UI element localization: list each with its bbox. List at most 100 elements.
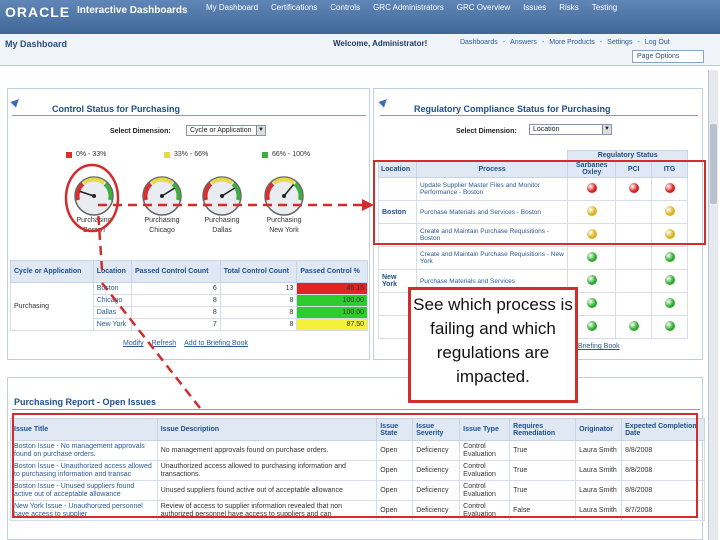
gauge-label-line1: Purchasing bbox=[266, 217, 302, 224]
answers-link[interactable]: Answers bbox=[510, 39, 537, 46]
pci-cell bbox=[615, 315, 653, 339]
select-dimension-label: Select Dimension: bbox=[110, 128, 171, 135]
sub-header: My Dashboard Welcome, Administrator! Das… bbox=[0, 34, 720, 66]
nav-my-dashboard[interactable]: My Dashboard bbox=[206, 3, 258, 12]
title-divider bbox=[12, 409, 700, 410]
dimension-select-value: Cycle or Application bbox=[190, 127, 252, 134]
col-location[interactable]: Location bbox=[92, 260, 133, 283]
gauge-label-line2: Boston bbox=[83, 227, 105, 234]
sox-cell bbox=[567, 246, 617, 270]
location-select-value: Location bbox=[533, 126, 560, 133]
highlight-issues-box bbox=[12, 413, 698, 518]
legend-mid: 33% - 66% bbox=[164, 151, 208, 158]
nav-certifications[interactable]: Certifications bbox=[271, 3, 317, 12]
status-dot-icon bbox=[664, 298, 675, 308]
scrollbar-thumb[interactable] bbox=[710, 124, 717, 204]
top-nav: My Dashboard Certifications Controls GRC… bbox=[206, 3, 617, 12]
pci-cell bbox=[615, 292, 653, 316]
select-dimension-label: Select Dimension: bbox=[456, 128, 517, 135]
more-products-link[interactable]: More Products bbox=[549, 39, 595, 46]
gauge-dial-icon bbox=[202, 176, 242, 216]
gauge-label-line1: Purchasing bbox=[144, 217, 180, 224]
nav-testing[interactable]: Testing bbox=[592, 3, 617, 12]
gauge-label-line2: Chicago bbox=[149, 227, 175, 234]
location-cell[interactable]: New York bbox=[92, 318, 133, 331]
location-select[interactable]: Location ▼ bbox=[529, 124, 612, 135]
regulatory-links: Briefing Book bbox=[578, 343, 620, 350]
highlight-regulatory-box bbox=[373, 160, 706, 245]
col-cycle[interactable]: Cycle or Application bbox=[10, 260, 94, 283]
gauge-label-line2: New York bbox=[269, 227, 299, 234]
add-briefing-book-link[interactable]: Add to Briefing Book bbox=[184, 340, 248, 347]
top-bar: ORACLE Interactive Dashboards My Dashboa… bbox=[0, 0, 720, 34]
control-table: Cycle or Application Location Passed Con… bbox=[10, 260, 368, 331]
total-cell: 8 bbox=[219, 306, 298, 319]
pct-cell: 46.15 bbox=[296, 282, 368, 295]
control-status-title: Control Status for Purchasing bbox=[52, 104, 181, 114]
nav-issues[interactable]: Issues bbox=[523, 3, 546, 12]
dimension-select[interactable]: Cycle or Application ▼ bbox=[186, 125, 266, 136]
status-dot-icon bbox=[586, 275, 597, 285]
chevron-down-icon[interactable]: ▼ bbox=[602, 125, 611, 134]
nav-controls[interactable]: Controls bbox=[330, 3, 360, 12]
legend-swatch-red bbox=[66, 151, 72, 158]
location-cell[interactable]: Dallas bbox=[92, 306, 133, 319]
title-divider bbox=[380, 115, 698, 116]
nav-grc-administrators[interactable]: GRC Administrators bbox=[373, 3, 444, 12]
total-cell: 8 bbox=[219, 294, 298, 307]
welcome-text: Welcome, Administrator! bbox=[333, 39, 428, 48]
header-links: Dashboards - Answers - More Products - Sett… bbox=[460, 39, 670, 46]
gauge-2[interactable]: Purchasing Dallas bbox=[200, 172, 244, 236]
itg-cell bbox=[651, 292, 688, 316]
itg-cell bbox=[651, 269, 688, 293]
issues-title: Purchasing Report - Open Issues bbox=[14, 397, 157, 407]
passed-cell: 8 bbox=[131, 294, 221, 307]
page-title: My Dashboard bbox=[5, 39, 68, 49]
briefing-book-link[interactable]: Briefing Book bbox=[578, 343, 620, 350]
vertical-scrollbar[interactable] bbox=[708, 70, 718, 540]
regulatory-title: Regulatory Compliance Status for Purchas… bbox=[414, 104, 611, 114]
modify-link[interactable]: Modify bbox=[123, 340, 144, 347]
oracle-logo: ORACLE bbox=[5, 4, 71, 20]
gauge-dial-icon bbox=[74, 176, 114, 216]
status-dot-icon bbox=[586, 252, 597, 262]
logout-link[interactable]: Log Out bbox=[645, 39, 670, 46]
location-cell bbox=[378, 246, 417, 270]
gauge-dial-icon bbox=[142, 176, 182, 216]
dashboards-link[interactable]: Dashboards bbox=[460, 39, 498, 46]
nav-risks[interactable]: Risks bbox=[559, 3, 579, 12]
status-dot-icon bbox=[664, 275, 675, 285]
process-cell[interactable]: Create and Maintain Purchase Requisition… bbox=[415, 246, 569, 270]
settings-link[interactable]: Settings bbox=[607, 39, 632, 46]
pct-cell: 100.00 bbox=[296, 306, 368, 319]
refresh-link[interactable]: Refresh bbox=[152, 340, 177, 347]
cycle-cell: Purchasing bbox=[10, 282, 94, 331]
control-table-links: Modify Refresh Add to Briefing Book bbox=[123, 340, 248, 347]
pct-cell: 87.50 bbox=[296, 318, 368, 331]
gauge-0[interactable]: Purchasing Boston bbox=[72, 172, 116, 236]
col-passed-count[interactable]: Passed Control Count bbox=[131, 260, 221, 283]
gauge-1[interactable]: Purchasing Chicago bbox=[140, 172, 184, 236]
table-row: Purchasing Boston 6 13 46.15 bbox=[10, 282, 368, 331]
total-cell: 13 bbox=[219, 282, 298, 295]
total-cell: 8 bbox=[219, 318, 298, 331]
table-row: Create and Maintain Purchase Requisition… bbox=[378, 246, 688, 270]
gauge-3[interactable]: Purchasing New York bbox=[262, 172, 306, 236]
status-dot-icon bbox=[628, 321, 639, 331]
legend-low: 0% - 33% bbox=[66, 151, 106, 158]
itg-cell bbox=[651, 246, 688, 270]
col-total-count[interactable]: Total Control Count bbox=[219, 260, 298, 283]
page-options-button[interactable]: Page Options bbox=[632, 50, 704, 63]
gauge-label-line2: Dallas bbox=[212, 227, 232, 234]
nav-grc-overview[interactable]: GRC Overview bbox=[457, 3, 510, 12]
passed-cell: 6 bbox=[131, 282, 221, 295]
chevron-down-icon[interactable]: ▼ bbox=[256, 126, 265, 135]
app-title: Interactive Dashboards bbox=[77, 5, 188, 16]
title-divider bbox=[12, 115, 366, 116]
location-cell[interactable]: Chicago bbox=[92, 294, 133, 307]
pct-cell: 100.00 bbox=[296, 294, 368, 307]
col-passed-pct[interactable]: Passed Control % bbox=[296, 260, 368, 283]
legend-swatch-green bbox=[262, 151, 268, 158]
gauge-label-line1: Purchasing bbox=[204, 217, 240, 224]
location-cell[interactable]: Boston bbox=[92, 282, 133, 295]
